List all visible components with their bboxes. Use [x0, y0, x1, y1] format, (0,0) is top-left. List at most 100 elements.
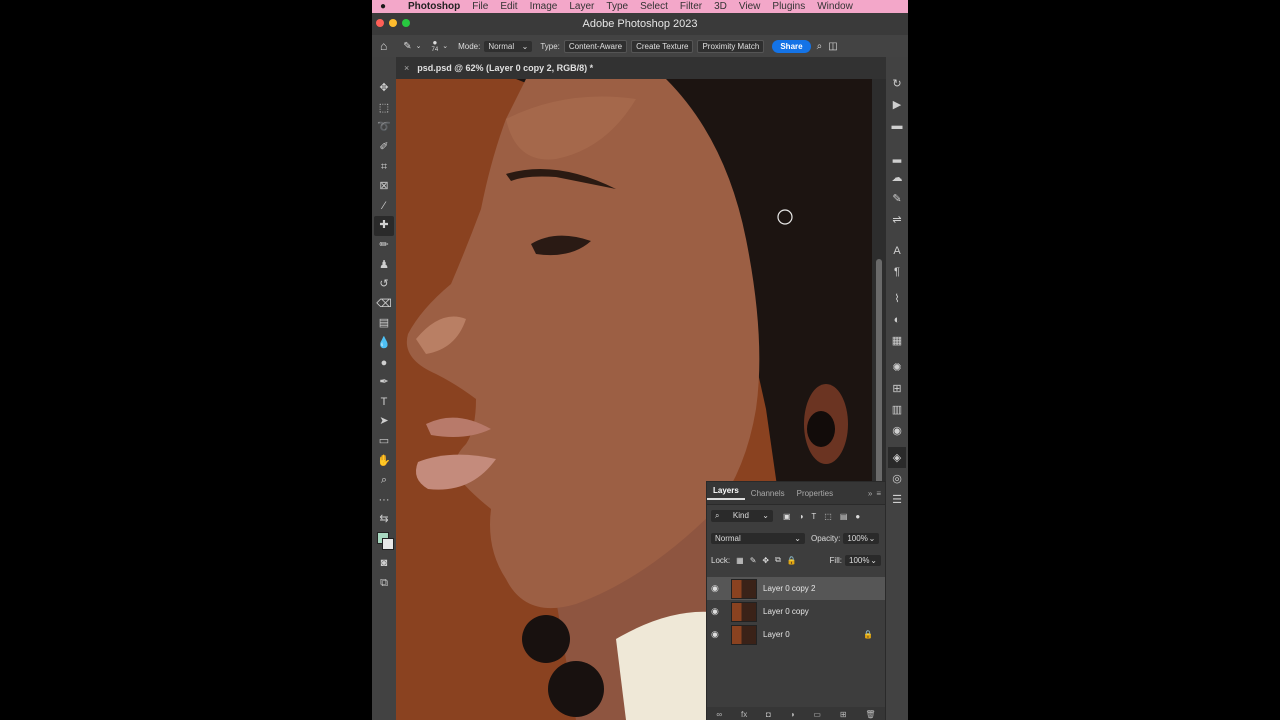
adjustments-icon[interactable]: ✺: [888, 357, 906, 378]
lock-position-icon[interactable]: ✥: [762, 556, 769, 565]
hand-icon[interactable]: ✋: [374, 451, 394, 471]
healing-brush-icon[interactable]: ✎: [403, 41, 411, 52]
home-icon[interactable]: ⌂: [380, 39, 387, 53]
swatches-icon[interactable]: ▦: [888, 330, 906, 351]
background-color-swatch[interactable]: [382, 537, 394, 550]
quick-selection-icon[interactable]: ✐: [374, 138, 394, 158]
share-button[interactable]: Share: [772, 39, 811, 53]
filter-toggle-icon[interactable]: ●: [855, 512, 860, 521]
delete-layer-icon[interactable]: 🗑: [865, 710, 875, 719]
clone-stamp-icon[interactable]: ♟: [374, 255, 394, 275]
search-icon[interactable]: ⌕: [817, 41, 823, 52]
apple-icon[interactable]: ●: [376, 1, 390, 12]
menu-filter[interactable]: Filter: [680, 1, 702, 12]
filter-pixel-icon[interactable]: ▣: [783, 512, 791, 521]
filter-adjustment-icon[interactable]: ◑: [799, 512, 804, 521]
create-texture-button[interactable]: Create Texture: [631, 39, 694, 53]
brush-preset-picker[interactable]: ● 74: [432, 39, 439, 54]
rectangle-icon[interactable]: ▭: [374, 432, 394, 452]
color-icon[interactable]: ◐: [888, 309, 906, 330]
marquee-icon[interactable]: ⬚: [374, 99, 394, 119]
brush-icon[interactable]: ✏: [374, 236, 394, 256]
layer-row[interactable]: ◉ Layer 0 copy 2: [707, 577, 885, 600]
layers-icon[interactable]: ◈: [888, 447, 906, 468]
menu-edit[interactable]: Edit: [500, 1, 517, 12]
type-tool-icon[interactable]: T: [374, 393, 394, 413]
filter-shape-icon[interactable]: ⬚: [824, 512, 832, 521]
gradients-icon[interactable]: ▥: [888, 399, 906, 420]
swap-colors-icon[interactable]: ⇆: [374, 510, 394, 530]
spot-healing-icon[interactable]: ✚: [374, 216, 394, 236]
tab-channels[interactable]: Channels: [745, 489, 791, 498]
lock-all-icon[interactable]: 🔒: [787, 556, 797, 565]
visibility-eye-icon[interactable]: ◉: [711, 629, 725, 640]
chevron-down-icon[interactable]: ⌄: [442, 42, 448, 50]
character-icon[interactable]: A: [888, 240, 906, 261]
link-layers-icon[interactable]: ∞: [716, 710, 722, 719]
menu-image[interactable]: Image: [530, 1, 558, 12]
menu-app[interactable]: Photoshop: [408, 1, 460, 12]
color-swatches[interactable]: [374, 530, 394, 554]
proximity-match-button[interactable]: Proximity Match: [697, 39, 765, 53]
gradient-icon[interactable]: ▤: [374, 314, 394, 334]
panel-menu-icon[interactable]: ≡: [876, 489, 881, 498]
menu-plugins[interactable]: Plugins: [772, 1, 805, 12]
new-group-icon[interactable]: ▭: [813, 710, 821, 719]
document-tab[interactable]: × psd.psd @ 62% (Layer 0 copy 2, RGB/8) …: [396, 57, 886, 79]
filter-smart-object-icon[interactable]: ▤: [840, 512, 848, 521]
close-tab-icon[interactable]: ×: [404, 63, 409, 73]
shapes-icon[interactable]: ◉: [888, 420, 906, 441]
actions-icon[interactable]: ▶: [888, 94, 906, 115]
eraser-icon[interactable]: ⌫: [374, 295, 394, 315]
dodge-icon[interactable]: ●: [374, 353, 394, 373]
mode-select[interactable]: Normal ⌄: [484, 40, 533, 52]
filter-kind-select[interactable]: ⌕ Kind ⌄: [711, 510, 773, 522]
menu-file[interactable]: File: [472, 1, 488, 12]
tab-properties[interactable]: Properties: [791, 489, 839, 498]
path-selection-icon[interactable]: ➤: [374, 412, 394, 432]
move-icon[interactable]: ✥: [374, 79, 394, 99]
opacity-field[interactable]: 100% ⌄: [843, 532, 880, 544]
frame-icon[interactable]: ⊠: [374, 177, 394, 197]
menu-window[interactable]: Window: [817, 1, 853, 12]
history-brush-icon[interactable]: ↺: [374, 275, 394, 295]
content-aware-button[interactable]: Content-Aware: [563, 39, 628, 53]
lock-artboard-icon[interactable]: ⧉: [775, 555, 781, 565]
chevron-down-icon[interactable]: ⌄: [416, 42, 422, 50]
properties-icon[interactable]: ☰: [888, 489, 906, 510]
patterns-icon[interactable]: ⊞: [888, 378, 906, 399]
screen-mode-icon[interactable]: ⧉: [374, 573, 394, 593]
histogram-icon[interactable]: ▂: [888, 146, 906, 167]
pen-icon[interactable]: ✒: [374, 373, 394, 393]
zoom-icon[interactable]: ⌕: [374, 471, 394, 491]
new-layer-icon[interactable]: ⊞: [840, 710, 847, 719]
lock-pixels-icon[interactable]: ✎: [750, 556, 757, 565]
libraries-icon[interactable]: ☁: [888, 167, 906, 188]
minimize-window-icon[interactable]: [389, 19, 397, 27]
menu-layer[interactable]: Layer: [569, 1, 594, 12]
history-icon[interactable]: ↻: [888, 73, 906, 94]
menu-view[interactable]: View: [739, 1, 761, 12]
channels-icon[interactable]: ◎: [888, 468, 906, 489]
collapse-panel-icon[interactable]: »: [868, 489, 872, 498]
quick-mask-icon[interactable]: ◙: [374, 554, 394, 574]
layer-row[interactable]: ◉ Layer 0 copy: [707, 600, 885, 623]
blend-mode-select[interactable]: Normal ⌄: [711, 532, 805, 544]
comments-icon[interactable]: ▬: [888, 115, 906, 136]
tab-layers[interactable]: Layers: [707, 486, 745, 500]
paragraph-icon[interactable]: ¶: [888, 261, 906, 282]
menu-select[interactable]: Select: [640, 1, 668, 12]
crop-icon[interactable]: ⌗: [374, 157, 394, 177]
brushes-icon[interactable]: ✎: [888, 188, 906, 209]
adjust-icon[interactable]: ⇌: [888, 209, 906, 230]
add-mask-icon[interactable]: ◘: [766, 710, 771, 719]
blur-icon[interactable]: 💧: [374, 334, 394, 354]
more-tools-icon[interactable]: ···: [374, 490, 394, 510]
menu-3d[interactable]: 3D: [714, 1, 727, 12]
layer-row[interactable]: ◉ Layer 0 🔒: [707, 623, 885, 646]
workspace-icon[interactable]: ◫: [828, 41, 837, 52]
fill-field[interactable]: 100% ⌄: [845, 554, 881, 566]
zoom-window-icon[interactable]: [402, 19, 410, 27]
filter-type-icon[interactable]: T: [811, 512, 816, 521]
lock-transparent-icon[interactable]: ▦: [736, 556, 744, 565]
